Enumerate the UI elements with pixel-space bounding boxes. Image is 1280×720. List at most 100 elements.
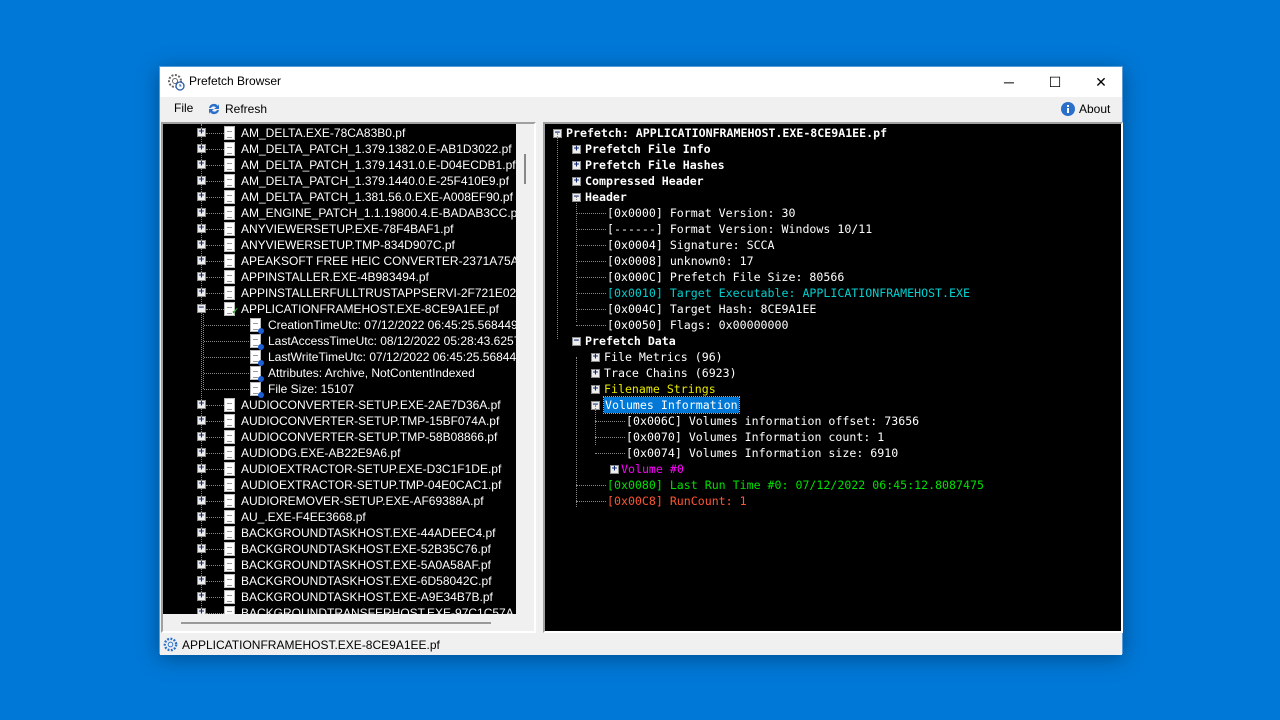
detail-node[interactable]: + Prefetch File Hashes (545, 157, 1121, 173)
collapse-icon[interactable]: − (572, 337, 581, 346)
detail-node[interactable]: [0x0074] Volumes Information size: 6910 (545, 445, 1121, 461)
tree-child-item[interactable]: CreationTimeUtc: 07/12/2022 06:45:25.568… (163, 317, 516, 334)
tree-item[interactable]: + AM_DELTA_PATCH_1.381.56.0.EXE-A008EF90.… (163, 189, 516, 205)
tree-item[interactable]: + AU_.EXE-F4EE3668.pf (163, 509, 516, 525)
minimize-button[interactable]: ─ (986, 67, 1032, 97)
tree-child-item[interactable]: LastAccessTimeUtc: 08/12/2022 05:28:43.6… (163, 333, 516, 350)
detail-node[interactable]: [0x00C8] RunCount: 1 (545, 493, 1121, 509)
expand-icon[interactable]: + (197, 576, 206, 585)
maximize-button[interactable]: ☐ (1032, 67, 1078, 97)
detail-node[interactable]: [0x0080] Last Run Time #0: 07/12/2022 06… (545, 477, 1121, 493)
expand-icon[interactable]: + (197, 288, 206, 297)
tree-item[interactable]: + AUDIOCONVERTER-SETUP.TMP-58B08866.pf (163, 429, 516, 445)
tree-item[interactable]: + AUDIODG.EXE-AB22E9A6.pf (163, 445, 516, 461)
tree-line (576, 245, 606, 246)
expand-icon[interactable]: + (610, 465, 619, 474)
detail-node[interactable]: [0x006C] Volumes information offset: 736… (545, 413, 1121, 429)
tree-item[interactable]: + APPINSTALLERFULLTRUSTAPPSERVI-2F721E02.… (163, 285, 516, 301)
tree-item[interactable]: + APPINSTALLER.EXE-4B983494.pf (163, 269, 516, 285)
expand-icon[interactable]: + (197, 496, 206, 505)
expand-icon[interactable]: + (197, 432, 206, 441)
tree-item[interactable]: + BACKGROUNDTASKHOST.EXE-44ADEEC4.pf (163, 525, 516, 541)
horizontal-scrollbar[interactable] (163, 614, 534, 631)
tree-item[interactable]: + BACKGROUNDTRANSFERHOST.EXE-97C1C57A.pf (163, 605, 516, 614)
detail-node[interactable]: + Volume #0 (545, 461, 1121, 477)
detail-node[interactable]: [0x0070] Volumes Information count: 1 (545, 429, 1121, 445)
expand-icon[interactable]: + (197, 144, 206, 153)
expand-icon[interactable]: + (572, 145, 581, 154)
tree-item[interactable]: + BACKGROUNDTASKHOST.EXE-A9E34B7B.pf (163, 589, 516, 605)
expand-icon[interactable]: + (197, 256, 206, 265)
detail-node[interactable]: − Header (545, 189, 1121, 205)
tree-child-item[interactable]: LastWriteTimeUtc: 07/12/2022 06:45:25.56… (163, 349, 516, 366)
expand-icon[interactable]: + (197, 560, 206, 569)
tree-child-item[interactable]: Attributes: Archive, NotContentIndexed (163, 365, 516, 382)
detail-node[interactable]: − Prefetch Data (545, 333, 1121, 349)
tree-item[interactable]: − ✓ APPLICATIONFRAMEHOST.EXE-8CE9A1EE.pf (163, 301, 516, 317)
detail-node[interactable]: + Prefetch File Info (545, 141, 1121, 157)
tree-item[interactable]: + ANYVIEWERSETUP.EXE-78F4BAF1.pf (163, 221, 516, 237)
tree-item[interactable]: + BACKGROUNDTASKHOST.EXE-5A0A58AF.pf (163, 557, 516, 573)
expand-icon[interactable]: + (197, 192, 206, 201)
detail-node[interactable]: [0x000C] Prefetch File Size: 80566 (545, 269, 1121, 285)
expand-icon[interactable]: + (197, 128, 206, 137)
tree-item[interactable]: + APEAKSOFT FREE HEIC CONVERTER-2371A75A.… (163, 253, 516, 269)
expand-icon[interactable]: + (572, 161, 581, 170)
tree-item[interactable]: + AUDIOREMOVER-SETUP.EXE-AF69388A.pf (163, 493, 516, 509)
detail-node[interactable]: [0x004C] Target Hash: 8CE9A1EE (545, 301, 1121, 317)
expand-icon[interactable]: + (197, 464, 206, 473)
expand-icon[interactable]: + (197, 528, 206, 537)
expand-icon[interactable]: + (197, 208, 206, 217)
detail-node[interactable]: + Filename Strings (545, 381, 1121, 397)
tree-item[interactable]: + AM_ENGINE_PATCH_1.1.19800.4.E-BADAB3CC.… (163, 205, 516, 221)
detail-node[interactable]: + Trace Chains (6923) (545, 365, 1121, 381)
tree-item[interactable]: + BACKGROUNDTASKHOST.EXE-52B35C76.pf (163, 541, 516, 557)
detail-node[interactable]: − Prefetch: APPLICATIONFRAMEHOST.EXE-8CE9… (545, 125, 1121, 141)
scrollbar-thumb[interactable] (181, 622, 491, 624)
detail-node[interactable]: − Volumes Information (545, 396, 1121, 414)
tree-item[interactable]: + AM_DELTA_PATCH_1.379.1431.0.E-D04ECDB1.… (163, 157, 516, 173)
detail-node[interactable]: [0x0050] Flags: 0x00000000 (545, 317, 1121, 333)
tree-item[interactable]: + BACKGROUNDTASKHOST.EXE-6D58042C.pf (163, 573, 516, 589)
expand-icon[interactable]: + (197, 240, 206, 249)
detail-node[interactable]: [0x0008] unknown0: 17 (545, 253, 1121, 269)
detail-node[interactable]: + Compressed Header (545, 173, 1121, 189)
tree-item[interactable]: + ANYVIEWERSETUP.TMP-834D907C.pf (163, 237, 516, 253)
expand-icon[interactable]: + (197, 176, 206, 185)
vertical-scrollbar[interactable] (516, 124, 534, 614)
expand-icon[interactable]: + (197, 224, 206, 233)
tree-item[interactable]: + AM_DELTA_PATCH_1.379.1382.0.E-AB1D3022.… (163, 141, 516, 157)
expand-icon[interactable]: + (197, 160, 206, 169)
expand-icon[interactable]: + (197, 416, 206, 425)
close-button[interactable]: ✕ (1078, 67, 1124, 97)
menu-file[interactable]: File (174, 101, 193, 115)
expand-icon[interactable]: + (591, 369, 600, 378)
detail-node[interactable]: [0x0010] Target Executable: APPLICATIONF… (545, 285, 1121, 301)
expand-icon[interactable]: + (197, 480, 206, 489)
tree-line (576, 293, 606, 294)
tree-item[interactable]: + AUDIOEXTRACTOR-SETUP.TMP-04E0CAC1.pf (163, 477, 516, 493)
about-button[interactable]: About (1060, 101, 1110, 117)
expand-icon[interactable]: + (591, 353, 600, 362)
tree-item[interactable]: + AM_DELTA.EXE-78CA83B0.pf (163, 125, 516, 141)
expand-icon[interactable]: + (197, 400, 206, 409)
expand-icon[interactable]: + (197, 448, 206, 457)
collapse-icon[interactable]: − (197, 304, 206, 313)
expand-icon[interactable]: + (197, 512, 206, 521)
detail-node[interactable]: [0x0004] Signature: SCCA (545, 237, 1121, 253)
scrollbar-thumb[interactable] (524, 154, 526, 184)
tree-item[interactable]: + AM_DELTA_PATCH_1.379.1440.0.E-25F410E9.… (163, 173, 516, 189)
tree-item[interactable]: + AUDIOCONVERTER-SETUP.TMP-15BF074A.pf (163, 413, 516, 429)
expand-icon[interactable]: + (572, 177, 581, 186)
tree-item[interactable]: + AUDIOEXTRACTOR-SETUP.EXE-D3C1F1DE.pf (163, 461, 516, 477)
detail-node[interactable]: + File Metrics (96) (545, 349, 1121, 365)
detail-node[interactable]: [------] Format Version: Windows 10/11 (545, 221, 1121, 237)
expand-icon[interactable]: + (197, 272, 206, 281)
tree-child-item[interactable]: File Size: 15107 (163, 381, 516, 398)
expand-icon[interactable]: + (197, 544, 206, 553)
expand-icon[interactable]: + (197, 592, 206, 601)
refresh-button[interactable]: Refresh (206, 101, 267, 117)
tree-item[interactable]: + AUDIOCONVERTER-SETUP.EXE-2AE7D36A.pf (163, 397, 516, 413)
expand-icon[interactable]: + (591, 385, 600, 394)
detail-node[interactable]: [0x0000] Format Version: 30 (545, 205, 1121, 221)
